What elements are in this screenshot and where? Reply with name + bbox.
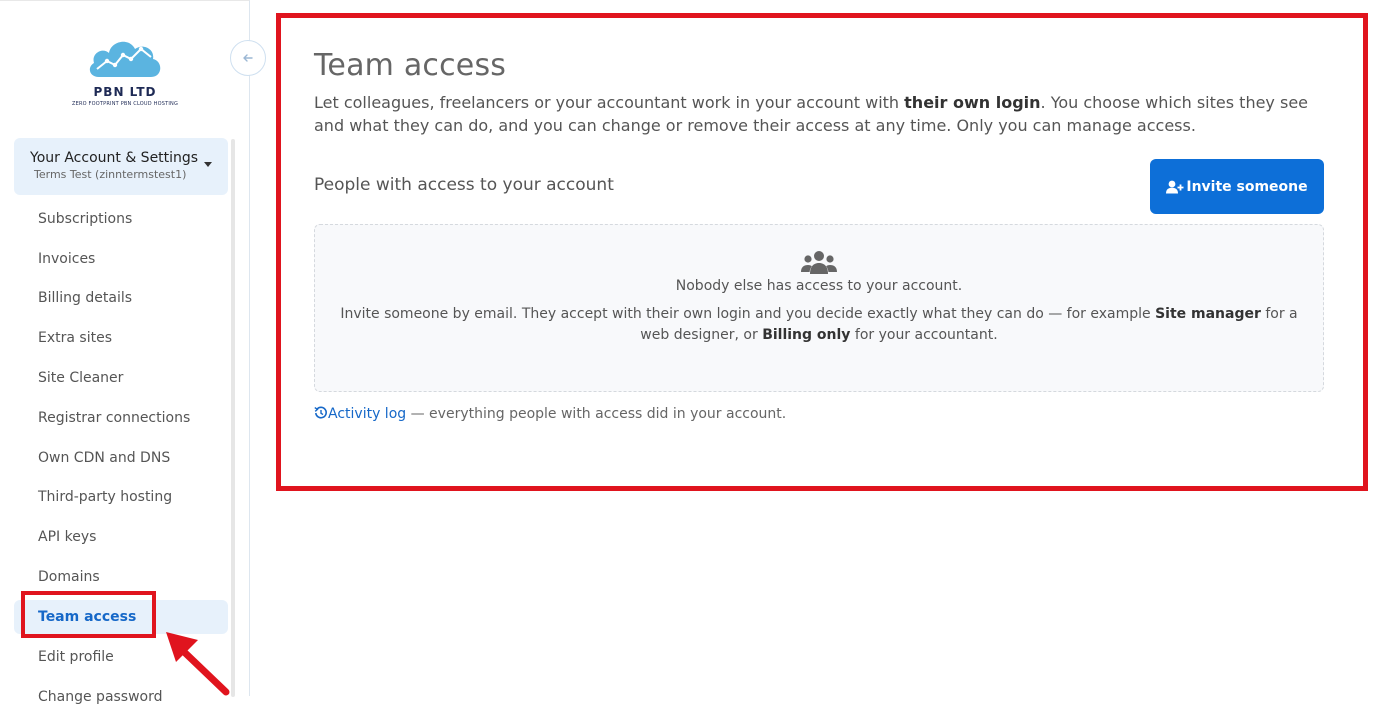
sidebar-item-invoices[interactable]: Invoices [14,239,228,279]
empty-state-panel: Nobody else has access to your account. … [314,224,1324,392]
sidebar-item-own-cdn-dns[interactable]: Own CDN and DNS [14,438,228,478]
logo[interactable]: PBN LTD ZERO FOOTPRINT PBN CLOUD HOSTING [70,33,180,107]
sidebar-scrollbar[interactable] [231,139,235,697]
intro-text-part1: Let colleagues, freelancers or your acco… [314,93,905,112]
history-icon [314,406,327,419]
sidebar-item-billing-details[interactable]: Billing details [14,279,228,319]
empty-text-bold-billing-only: Billing only [762,327,851,343]
caret-down-icon [204,162,212,167]
account-subtitle: Terms Test (zinntermstest1) [34,168,187,181]
main-content: Team access Let colleagues, freelancers … [314,48,1326,422]
invite-someone-label: Invite someone [1186,178,1308,195]
sidebar-item-site-cleaner[interactable]: Site Cleaner [14,358,228,398]
sidebar-item-registrar-connections[interactable]: Registrar connections [14,398,228,438]
people-section-header: People with access to your account Invit… [314,159,1326,215]
intro-text-bold: their own login [904,93,1041,112]
activity-log-row: Activity log — everything people with ac… [314,406,786,422]
empty-state-title: Nobody else has access to your account. [675,278,963,294]
empty-state-text: Invite someone by email. They accept wit… [329,304,1309,346]
page-title: Team access [314,48,507,83]
red-arrow-annotation [166,632,230,696]
account-settings-dropdown[interactable]: Your Account & Settings Terms Test (zinn… [14,138,228,195]
users-icon [801,251,837,274]
empty-state-icon-wrap [315,250,1323,276]
account-title: Your Account & Settings [30,150,199,166]
cloud-chart-logo-icon [89,41,161,77]
sidebar-item-api-keys[interactable]: API keys [14,517,228,557]
activity-log-link[interactable]: Activity log [314,406,406,422]
arrow-left-icon [243,54,253,62]
empty-text-part1: Invite someone by email. They accept wit… [340,306,1156,322]
highlight-box-team-access [21,591,156,638]
invite-someone-button[interactable]: Invite someone [1150,159,1324,214]
activity-log-label: Activity log [328,406,407,422]
sidebar-item-subscriptions[interactable]: Subscriptions [14,199,228,239]
activity-log-text: — everything people with access did in y… [406,406,787,422]
section-title: People with access to your account [314,175,614,195]
brand-tagline: ZERO FOOTPRINT PBN CLOUD HOSTING [71,101,179,107]
intro-text: Let colleagues, freelancers or your acco… [314,91,1326,137]
brand-name: PBN LTD [93,85,157,99]
empty-text-bold-site-manager: Site manager [1155,306,1261,322]
sidebar-item-extra-sites[interactable]: Extra sites [14,318,228,358]
sidebar-item-third-party-hosting[interactable]: Third-party hosting [14,478,228,518]
user-plus-icon [1166,180,1184,193]
empty-text-part3: for your accountant. [850,327,998,343]
collapse-sidebar-button[interactable] [230,40,266,76]
